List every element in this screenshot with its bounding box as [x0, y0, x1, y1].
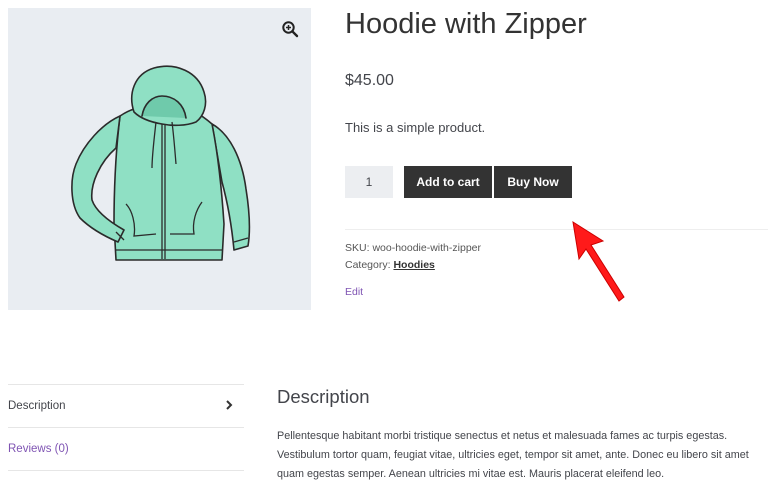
product-category: Category: Hoodies [345, 259, 435, 271]
sku-label: SKU: [345, 242, 370, 254]
category-label: Category: [345, 259, 391, 271]
product-title: Hoodie with Zipper [345, 8, 587, 40]
summary-divider [345, 229, 768, 230]
buy-now-button[interactable]: Buy Now [494, 166, 572, 198]
tab-description-label: Description [8, 400, 66, 412]
product-price: $45.00 [345, 72, 394, 89]
zoom-in-icon[interactable] [281, 20, 299, 38]
description-heading: Description [277, 386, 370, 407]
add-to-cart-button[interactable]: Add to cart [404, 166, 492, 198]
description-text: Pellentesque habitant morbi tristique se… [277, 430, 749, 480]
chevron-right-icon [226, 400, 233, 410]
product-sku: SKU: woo-hoodie-with-zipper [345, 242, 481, 254]
tab-description[interactable]: Description [8, 384, 244, 427]
category-link[interactable]: Hoodies [393, 259, 434, 271]
tab-reviews-label: Reviews (0) [8, 443, 69, 455]
hoodie-product-image[interactable] [62, 64, 260, 270]
annotation-arrow [572, 220, 625, 302]
tab-divider [8, 470, 244, 471]
tab-reviews[interactable]: Reviews (0) [8, 428, 244, 470]
sku-value: woo-hoodie-with-zipper [372, 242, 481, 254]
edit-link[interactable]: Edit [345, 286, 363, 298]
product-short-description: This is a simple product. [345, 120, 486, 135]
product-gallery [8, 8, 311, 310]
quantity-input[interactable] [345, 166, 393, 198]
